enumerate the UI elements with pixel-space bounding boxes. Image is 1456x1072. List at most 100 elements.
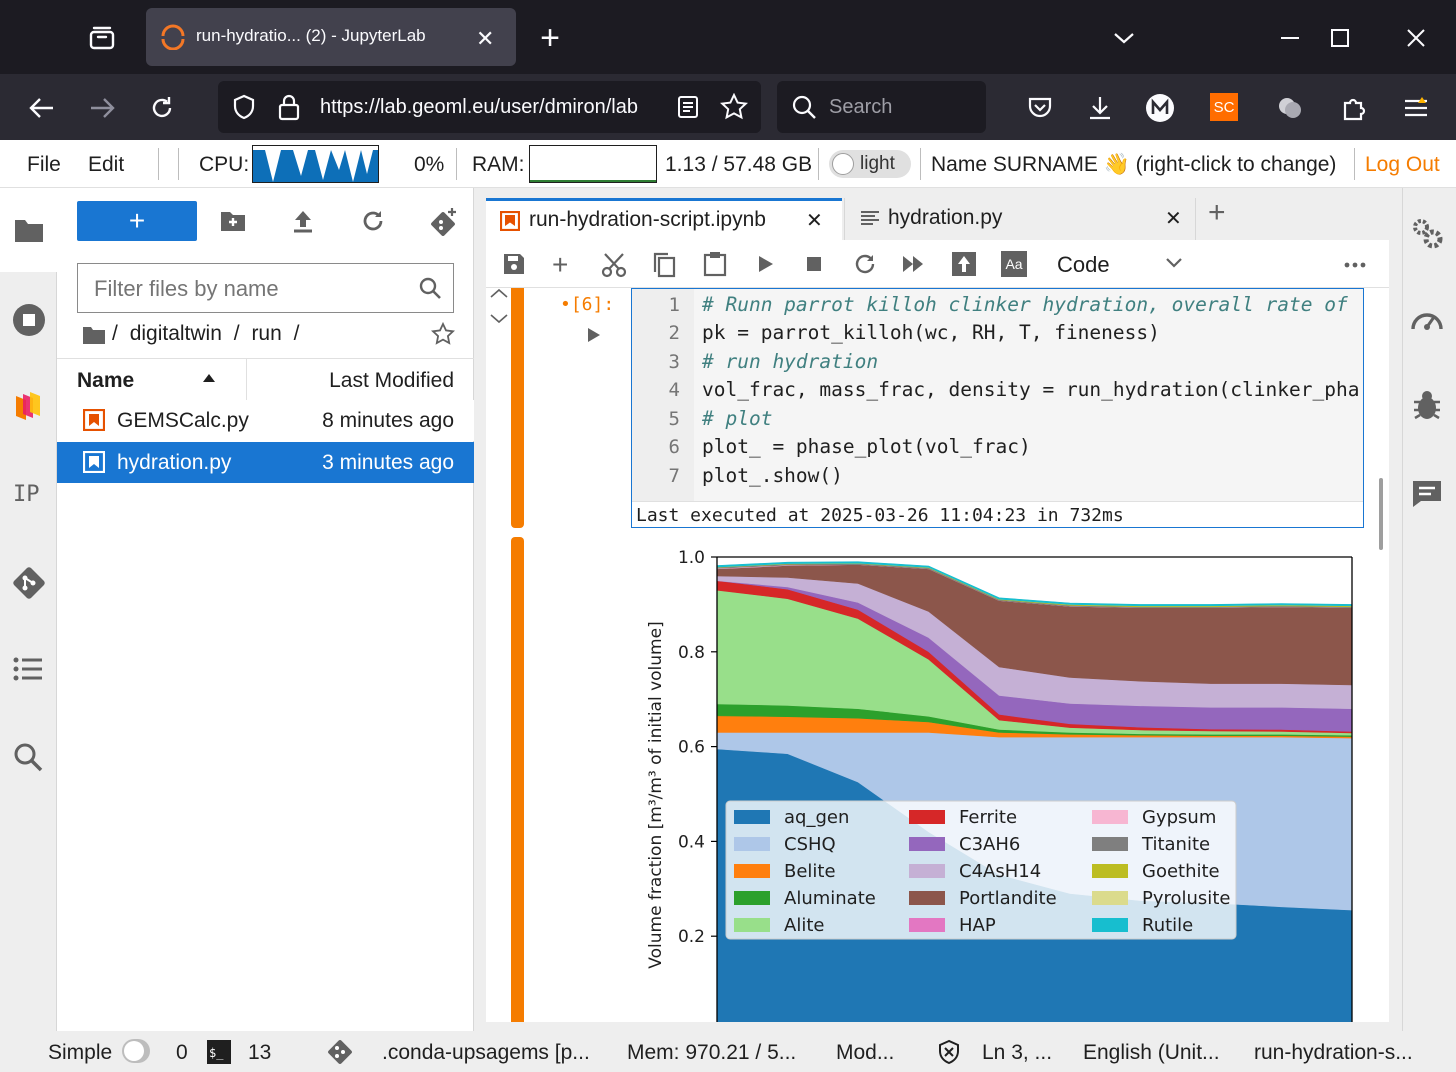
cursor-position[interactable]: Ln 3, ... [982, 1041, 1052, 1065]
folder-icon[interactable] [13, 216, 45, 244]
table-of-contents-icon[interactable] [13, 656, 43, 682]
minimize-icon[interactable] [1272, 20, 1308, 56]
close-icon[interactable]: ✕ [806, 208, 823, 233]
mode-indicator[interactable]: Mod... [836, 1041, 894, 1065]
run-cell-icon[interactable] [587, 327, 601, 343]
more-options-icon[interactable] [1344, 262, 1366, 268]
breadcrumb-sep: / [233, 322, 240, 345]
new-tab-icon[interactable]: + [532, 19, 568, 57]
fast-forward-icon[interactable] [902, 254, 926, 274]
account-avatar-icon[interactable] [1142, 90, 1178, 126]
search-icon[interactable] [13, 742, 43, 772]
extension-blob-icon[interactable] [1272, 90, 1308, 126]
extension-sc-icon[interactable]: SC [1210, 93, 1238, 121]
git-icon[interactable] [11, 565, 47, 601]
user-name[interactable]: Name SURNAME 👋 (right-click to change) [931, 153, 1336, 177]
new-folder-icon[interactable] [219, 208, 247, 234]
chevron-down-icon[interactable] [1166, 258, 1182, 268]
refresh-icon[interactable] [360, 208, 386, 234]
close-window-icon[interactable] [1398, 20, 1434, 56]
restart-icon[interactable] [853, 252, 877, 276]
theme-label: light [860, 153, 895, 174]
cut-icon[interactable] [601, 252, 627, 278]
extensions-puzzle-icon[interactable] [1336, 90, 1372, 126]
pocket-icon[interactable] [1022, 90, 1058, 126]
maximize-icon[interactable] [1322, 20, 1358, 56]
run-icon[interactable] [757, 254, 775, 274]
jupyter-favicon-icon [160, 24, 186, 50]
trusted-shield-icon[interactable] [937, 1039, 961, 1065]
reload-icon[interactable] [144, 90, 180, 126]
terminal-icon[interactable]: $_ [207, 1040, 231, 1064]
app-menu-icon[interactable] [1398, 90, 1434, 126]
cell-type-select[interactable]: Code [1057, 252, 1110, 278]
reader-view-icon[interactable] [676, 95, 700, 119]
debugger-bug-icon[interactable] [1412, 390, 1442, 422]
legend-swatch [1092, 891, 1128, 905]
extension-manager-icon[interactable] [14, 390, 44, 422]
copy-icon[interactable] [652, 252, 676, 278]
downloads-icon[interactable] [1082, 90, 1118, 126]
column-name[interactable]: Name [77, 369, 134, 393]
notebook-icon [500, 211, 520, 231]
doc-tab-file[interactable]: hydration.py ✕ [844, 198, 1196, 240]
new-launcher-button[interactable]: + [77, 201, 197, 241]
back-icon[interactable] [24, 90, 60, 126]
sort-ascending-icon[interactable] [202, 373, 216, 383]
folder-home-icon[interactable] [82, 324, 106, 346]
simple-mode-toggle[interactable] [122, 1039, 150, 1063]
favorite-star-icon[interactable] [431, 322, 455, 346]
add-tab-icon[interactable]: + [1208, 196, 1238, 238]
file-row[interactable]: GEMSCalc.py 8 minutes ago [57, 400, 474, 441]
shield-icon[interactable] [232, 94, 256, 120]
legend-swatch [734, 864, 770, 878]
tab-list-chevron-icon[interactable] [1106, 20, 1142, 56]
bookmark-star-icon[interactable] [720, 93, 748, 121]
chevron-down-icon[interactable] [490, 314, 508, 324]
scrollbar[interactable] [1379, 478, 1383, 550]
conda-env[interactable]: .conda-upsagems [p... [382, 1041, 590, 1065]
insert-cell-icon[interactable]: + [552, 249, 568, 281]
file-row-selected[interactable]: hydration.py 3 minutes ago [57, 442, 474, 483]
resource-gauge-icon[interactable] [1409, 303, 1445, 335]
search-bar[interactable]: Search [777, 81, 986, 133]
menu-edit[interactable]: Edit [88, 153, 124, 177]
logout-link[interactable]: Log Out [1365, 153, 1440, 177]
code-editor[interactable]: 1 2 3 4 5 6 7 # Runn parrot killoh clink… [631, 288, 1364, 528]
stop-icon[interactable] [806, 256, 822, 272]
doc-tab-notebook[interactable]: run-hydration-script.ipynb ✕ [486, 198, 842, 240]
menu-file[interactable]: File [27, 153, 61, 177]
upload-icon[interactable] [290, 208, 316, 234]
cell-collapser[interactable] [511, 288, 524, 528]
column-last-modified[interactable]: Last Modified [329, 369, 454, 393]
ip-label[interactable]: IP [13, 482, 40, 507]
save-icon[interactable] [503, 253, 525, 275]
browser-tab-bar: run-hydratio... (2) - JupyterLab ✕ + [0, 0, 1456, 74]
output-collapser[interactable] [511, 537, 524, 1022]
theme-toggle[interactable]: light [829, 150, 911, 178]
property-inspector-gears-icon[interactable] [1410, 216, 1444, 250]
browser-tab-active[interactable]: run-hydratio... (2) - JupyterLab ✕ [146, 8, 516, 66]
kernel-count[interactable]: 0 [176, 1041, 188, 1065]
chevron-up-icon[interactable] [490, 288, 508, 298]
tab-manager-icon[interactable] [84, 20, 120, 56]
language-indicator[interactable]: English (Unit... [1083, 1041, 1220, 1065]
lock-icon[interactable] [278, 93, 300, 121]
breadcrumb-item[interactable]: digitaltwin [130, 322, 222, 345]
url-text[interactable]: https://lab.geoml.eu/user/dmiron/lab [320, 96, 638, 119]
url-bar[interactable]: https://lab.geoml.eu/user/dmiron/lab [218, 81, 761, 133]
terminal-count[interactable]: 13 [248, 1041, 271, 1065]
breadcrumb-item[interactable]: run [251, 322, 281, 345]
filter-input[interactable]: Filter files by name [77, 263, 454, 313]
forward-icon[interactable] [84, 90, 120, 126]
variable-inspector-icon[interactable] [951, 251, 977, 277]
git-clone-icon[interactable] [429, 206, 459, 236]
legend-label: Ferrite [959, 807, 1017, 828]
close-tab-icon[interactable]: ✕ [476, 26, 494, 52]
chat-icon[interactable] [1411, 479, 1443, 509]
git-branch-icon[interactable] [326, 1038, 354, 1066]
format-text-icon[interactable]: Aa [1001, 251, 1027, 277]
paste-icon[interactable] [703, 251, 727, 277]
running-stop-icon[interactable] [12, 303, 46, 337]
close-icon[interactable]: ✕ [1165, 206, 1182, 231]
